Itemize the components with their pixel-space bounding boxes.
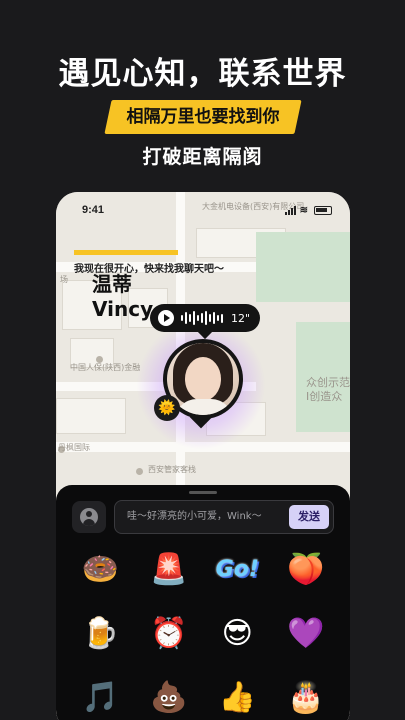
play-icon[interactable] [158, 310, 174, 326]
voice-message-bubble[interactable]: 12" [150, 304, 260, 332]
map-label: I创造众 [306, 390, 343, 403]
gift-music-note[interactable]: 🎵 [66, 675, 135, 720]
sun-emoji-icon: 🌞 [154, 395, 180, 421]
donut-icon: 🍩 [81, 552, 119, 587]
drag-handle[interactable] [189, 491, 217, 494]
wifi-icon: ≋ [299, 205, 308, 216]
poop-icon: 💩 [150, 680, 188, 715]
map-poi-icon [136, 468, 143, 475]
profile-status-message: 我现在很开心，快来找我聊天吧～ [74, 264, 224, 275]
cool-face-icon: 😎 [221, 616, 253, 651]
battery-icon [314, 206, 332, 215]
gift-cool-face[interactable]: 😎 [203, 611, 272, 657]
gift-grid: 🍩 🚨 Go! 🍑 🍺 ⏰ 😎 💜 🎵 💩 👍 🎂 [66, 547, 340, 720]
cake-icon: 🎂 [287, 680, 325, 715]
voice-duration: 12" [231, 311, 251, 325]
gift-beer[interactable]: 🍺 [66, 611, 135, 657]
user-profile-button[interactable] [72, 501, 106, 533]
beer-icon: 🍺 [81, 616, 119, 651]
promo-subline: 打破距离隔阂 [142, 146, 263, 168]
name-highlight [74, 250, 178, 255]
chat-panel: 哇～好漂亮的小可爱，Wink～ 发送 🍩 🚨 Go! 🍑 🍺 ⏰ 😎 💜 🎵 💩… [56, 485, 350, 720]
status-bar: 9:41 ≋ [82, 204, 332, 218]
heart-icon: 💜 [287, 616, 325, 651]
go-sticker-icon: Go! [215, 557, 259, 582]
send-button[interactable]: 发送 [289, 505, 329, 529]
signal-icon [285, 206, 296, 215]
gift-donut[interactable]: 🍩 [66, 547, 135, 593]
siren-icon: 🚨 [150, 552, 188, 587]
profile-name: 温蒂Vincy [92, 268, 154, 321]
gift-cake[interactable]: 🎂 [272, 675, 341, 720]
message-input[interactable]: 哇～好漂亮的小可爱，Wink～ 发送 [114, 500, 334, 534]
promo-headline: 遇见心知，联系世界 [58, 56, 347, 92]
music-note-icon: 🎵 [81, 680, 119, 715]
alarm-clock-icon: ⏰ [150, 616, 188, 651]
map-label: 场 [60, 275, 68, 284]
gift-go-sticker[interactable]: Go! [203, 547, 272, 593]
status-time: 9:41 [82, 204, 105, 216]
gift-poop[interactable]: 💩 [135, 675, 204, 720]
promo-ribbon: 相隔万里也要找到你 [126, 107, 280, 127]
phone-screen: 大金机电设备(西安)有限公司 场 中国人保(陕西)金融 众创示范 I创造众 丹枫… [56, 192, 350, 720]
gift-alarm-clock[interactable]: ⏰ [135, 611, 204, 657]
thumbs-up-icon: 👍 [218, 680, 256, 715]
gift-peach[interactable]: 🍑 [272, 547, 341, 593]
gift-heart[interactable]: 💜 [272, 611, 341, 657]
map-label: 西安管家客栈 [148, 465, 196, 474]
gift-thumbs-up[interactable]: 👍 [203, 675, 272, 720]
map-label: 丹枫国际 [58, 443, 90, 452]
waveform-icon [181, 310, 223, 326]
message-input-text[interactable]: 哇～好漂亮的小可爱，Wink～ [127, 501, 262, 533]
peach-icon: 🍑 [287, 552, 325, 587]
map-label: 中国人保(陕西)金融 [70, 363, 141, 372]
gift-siren[interactable]: 🚨 [135, 547, 204, 593]
user-icon [80, 508, 98, 526]
